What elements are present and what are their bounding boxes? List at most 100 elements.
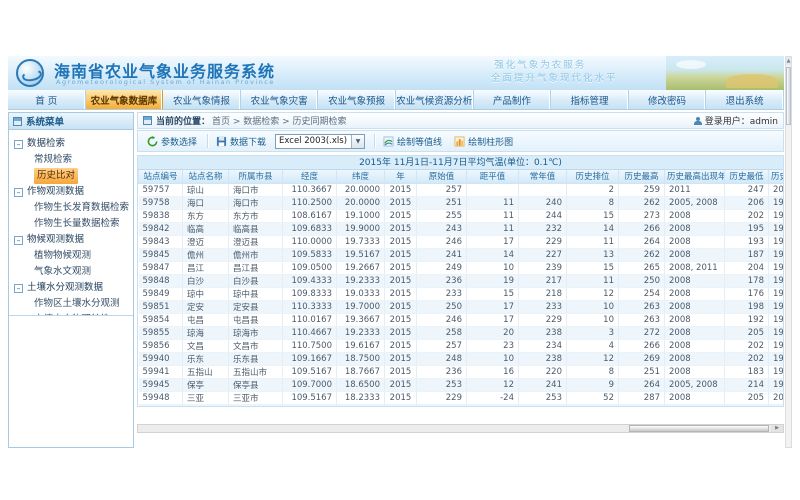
- table-cell: 海口市: [229, 183, 283, 196]
- tree-child-item[interactable]: 作物生长发育数据检索: [34, 202, 129, 213]
- nav-item[interactable]: 首 页: [8, 90, 86, 109]
- table-cell: 4: [567, 339, 619, 352]
- nav-item[interactable]: 产品制作: [474, 90, 552, 109]
- tree-child-item[interactable]: 作物生长量数据检索: [34, 218, 120, 229]
- table-row[interactable]: 59843澄迈澄迈县110.000019.7333201524617229112…: [139, 235, 785, 248]
- param-select-label: 参数选择: [161, 135, 197, 148]
- table-row[interactable]: 59854屯昌屯昌县110.016719.3667201524617229102…: [139, 313, 785, 326]
- table-row[interactable]: 59941五指山五指山市109.516718.76672015236162208…: [139, 365, 785, 378]
- hscroll-thumb[interactable]: [629, 425, 769, 432]
- column-header: 历史最低出现年份: [769, 170, 785, 183]
- table-row[interactable]: 59948三亚三亚市109.516718.23332015229-2425352…: [139, 391, 785, 404]
- draw-barchart-button[interactable]: 绘制柱形图: [451, 134, 516, 149]
- table-cell: 1970: [769, 313, 785, 326]
- vscroll-up-arrow-icon[interactable]: ▲: [786, 57, 791, 65]
- tree-parent-item[interactable]: –作物观测数据: [14, 184, 130, 200]
- table-row[interactable]: 59951万宁万宁市110.366718.8000201525613243927…: [139, 404, 785, 407]
- table-cell: 1970: [769, 248, 785, 261]
- table-cell: 2008: [665, 222, 725, 235]
- vertical-scrollbar[interactable]: ▲: [785, 56, 792, 448]
- table-cell: 202: [725, 352, 769, 365]
- param-select-button[interactable]: 参数选择: [144, 134, 200, 149]
- table-row[interactable]: 59851定安定安县110.333319.7000201525017233102…: [139, 300, 785, 313]
- table-cell: 1958, 1970: [769, 196, 785, 209]
- data-download-button[interactable]: 数据下载: [213, 134, 269, 149]
- toolbar-separator: [374, 134, 375, 148]
- tree-parent-item[interactable]: –数据检索: [14, 136, 130, 152]
- tree-child-item[interactable]: 植物物候观测: [34, 250, 91, 261]
- table-cell: 233: [519, 300, 567, 313]
- table-row[interactable]: 59842临高临高县109.683319.9000201524311232142…: [139, 222, 785, 235]
- table-cell: 206: [725, 196, 769, 209]
- column-header: 原始值: [417, 170, 467, 183]
- nav-item[interactable]: 指标管理: [551, 90, 629, 109]
- tree-child-item[interactable]: 作物区土壤水分观测: [34, 298, 120, 309]
- nav-item[interactable]: 农业气象预报: [318, 90, 396, 109]
- nav-item[interactable]: 修改密码: [629, 90, 707, 109]
- table-row[interactable]: 59855琼海琼海市110.466719.2333201525820238327…: [139, 326, 785, 339]
- table-cell: 59758: [139, 196, 183, 209]
- tree-child-item[interactable]: 气象水文观测: [34, 266, 91, 277]
- column-header: 纬度: [337, 170, 385, 183]
- table-cell: 1970: [769, 274, 785, 287]
- format-select[interactable]: Excel 2003(.xls) ▼: [275, 134, 365, 149]
- table-cell: 2015: [385, 287, 417, 300]
- vscroll-thumb[interactable]: [786, 67, 791, 125]
- table-cell: 19.6167: [337, 339, 385, 352]
- table-cell: 249: [417, 261, 467, 274]
- draw-barchart-label: 绘制柱形图: [468, 135, 513, 148]
- tree-parent-label: 数据检索: [27, 136, 65, 152]
- hscroll-right-arrow-icon[interactable]: ▶: [771, 425, 783, 432]
- table-cell: 2015: [385, 248, 417, 261]
- column-header: 年: [385, 170, 417, 183]
- collapse-icon[interactable]: –: [14, 188, 23, 197]
- nav-item[interactable]: 农业气象灾害: [241, 90, 319, 109]
- table-cell: 琼海: [183, 326, 229, 339]
- table-cell: 19.2333: [337, 326, 385, 339]
- table-cell: 8: [567, 365, 619, 378]
- tree-parent-item[interactable]: –物候观测数据: [14, 232, 130, 248]
- draw-contour-button[interactable]: 绘制等值线: [380, 134, 445, 149]
- table-cell: 257: [417, 339, 467, 352]
- table-row[interactable]: 59845儋州儋州市109.583319.5167201524114227132…: [139, 248, 785, 261]
- chevron-down-icon[interactable]: ▼: [351, 135, 364, 148]
- table-row[interactable]: 59757琼山海口市110.366720.0000201525722592011…: [139, 183, 785, 196]
- table-cell: 2012: [769, 183, 785, 196]
- table-row[interactable]: 59856文昌文昌市110.750019.6167201525723234426…: [139, 339, 785, 352]
- nav-item[interactable]: 退出系统: [706, 90, 784, 109]
- tree-parent-item[interactable]: –土壤水分观测数据: [14, 280, 130, 296]
- table-row[interactable]: 59945保亭保亭县109.700018.6500201525312241926…: [139, 378, 785, 391]
- tree-child-item[interactable]: 土壤水文物理特性: [34, 314, 110, 316]
- table-cell: 20: [467, 326, 519, 339]
- table-row[interactable]: 59758海口海口市110.250020.0000201525111240826…: [139, 196, 785, 209]
- table-cell: 110.4667: [283, 326, 337, 339]
- table-cell: 59838: [139, 209, 183, 222]
- table-row[interactable]: 59940乐东乐东县109.166718.7500201524810238122…: [139, 352, 785, 365]
- table-cell: 乐东县: [229, 352, 283, 365]
- table-row[interactable]: 59838东方东方市108.616719.1000201525511244152…: [139, 209, 785, 222]
- tree-child-item[interactable]: 历史比对: [34, 168, 78, 184]
- table-cell: 保亭: [183, 378, 229, 391]
- table-row[interactable]: 59848白沙白沙县109.433319.2333201523619217112…: [139, 274, 785, 287]
- collapse-icon[interactable]: –: [14, 236, 23, 245]
- table-cell: 万宁: [183, 404, 229, 407]
- table-cell: 256: [417, 404, 467, 407]
- table-cell: 19.3667: [337, 313, 385, 326]
- table-cell: 208: [725, 404, 769, 407]
- nav-item[interactable]: 农业气象情报: [163, 90, 241, 109]
- collapse-icon[interactable]: –: [14, 284, 23, 293]
- nav-item[interactable]: 农业气象数据库: [86, 90, 164, 109]
- table-row[interactable]: 59849琼中琼中县109.833319.0333201523315218122…: [139, 287, 785, 300]
- nav-item[interactable]: 农业气候资源分析: [396, 90, 474, 109]
- column-header: 经度: [283, 170, 337, 183]
- table-cell: 19.7000: [337, 300, 385, 313]
- user-icon: [694, 117, 702, 125]
- table-cell: 17: [467, 235, 519, 248]
- table-cell: 250: [417, 300, 467, 313]
- collapse-icon[interactable]: –: [14, 140, 23, 149]
- tree-child-item[interactable]: 常规检索: [34, 154, 72, 165]
- horizontal-scrollbar[interactable]: ▶: [137, 424, 784, 433]
- table-cell: 238: [519, 326, 567, 339]
- table-row[interactable]: 59847昌江昌江县109.050019.2667201524910239152…: [139, 261, 785, 274]
- table-cell: 11: [467, 196, 519, 209]
